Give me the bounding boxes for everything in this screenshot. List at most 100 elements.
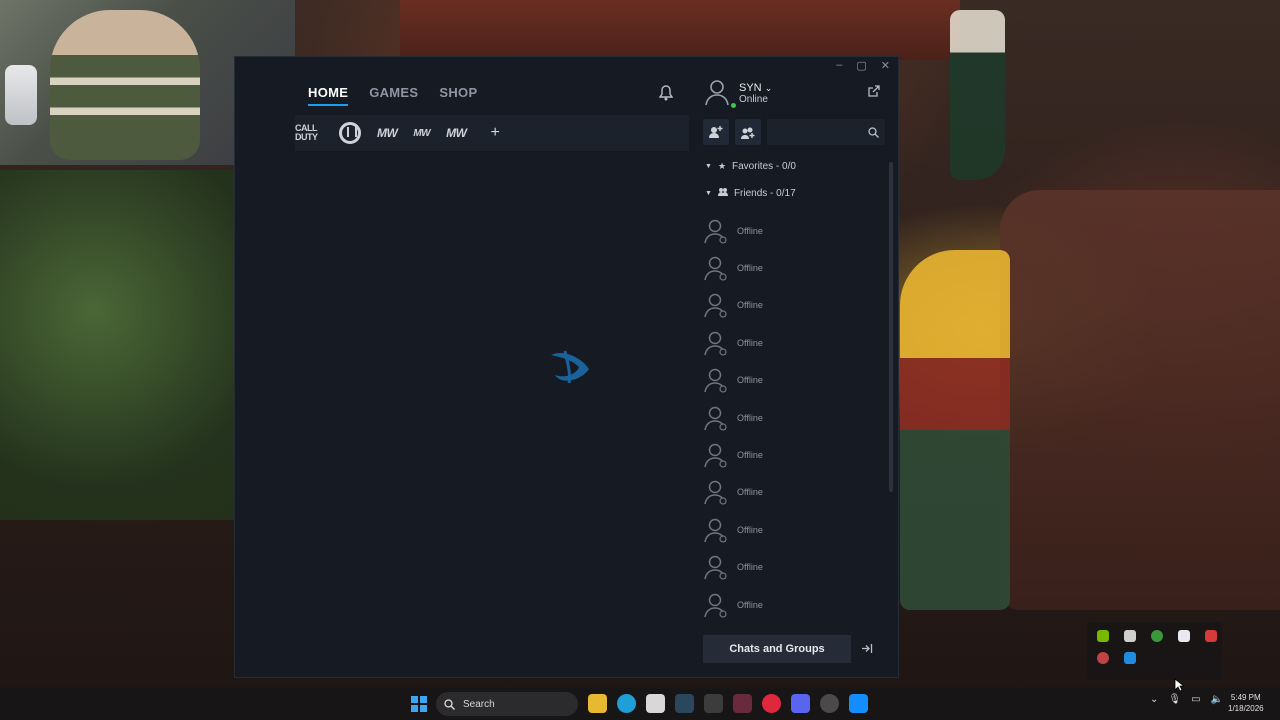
call-of-duty-icon[interactable]: CALL DUTY — [295, 124, 323, 142]
friend-list-item[interactable]: Offline — [703, 362, 883, 399]
collapse-panel-icon[interactable] — [861, 641, 873, 659]
modern-warfare-3-icon[interactable]: MW — [446, 126, 467, 140]
favorites-label: Favorites - 0/0 — [732, 161, 796, 172]
caret-down-icon: ▼ — [705, 163, 712, 170]
xbox-icon[interactable] — [1151, 630, 1163, 642]
friend-status: Offline — [737, 524, 763, 535]
friend-status: Offline — [737, 300, 763, 311]
taskbar: Search ⌄ 🎙 ▭ 🔈 5:49 PM 1/18/2026 — [0, 688, 1280, 720]
clock-date: 1/18/2026 — [1228, 704, 1264, 713]
friends-scrollbar[interactable] — [889, 162, 893, 492]
popout-icon[interactable] — [867, 85, 880, 103]
discord-icon[interactable] — [791, 694, 810, 713]
network-icon[interactable]: ▭ — [1191, 694, 1200, 705]
friend-list-item[interactable]: Offline — [703, 549, 883, 586]
volume-icon[interactable]: 🔈 — [1211, 694, 1223, 705]
store-icon[interactable] — [646, 694, 665, 713]
battlenet-tray-icon[interactable] — [1124, 652, 1136, 664]
modern-warfare-icon[interactable]: MW — [377, 126, 398, 140]
app-tray-icon[interactable] — [1124, 630, 1136, 642]
profile-menu[interactable]: SYN ⌄ Online — [703, 77, 772, 110]
opera-icon[interactable] — [762, 694, 781, 713]
friend-status: Offline — [737, 450, 763, 461]
friend-status: Offline — [737, 225, 763, 236]
microphone-image — [5, 65, 37, 125]
star-icon: ★ — [717, 161, 727, 171]
friend-list-item[interactable]: Offline — [703, 436, 883, 473]
background-stocking — [950, 10, 1005, 180]
caret-down-icon: ▼ — [705, 190, 712, 197]
friend-status: Offline — [737, 375, 763, 386]
add-friend-icon — [709, 126, 723, 138]
windows-start-icon[interactable] — [411, 696, 427, 712]
clock-time: 5:49 PM — [1230, 693, 1261, 702]
friends-label: Friends - 0/17 — [733, 188, 796, 199]
cod-line-2: DUTY — [295, 132, 318, 142]
friend-search-input[interactable] — [767, 119, 885, 145]
main-nav: HOME GAMES SHOP — [308, 85, 477, 106]
friend-avatar-icon — [703, 591, 729, 619]
people-icon — [717, 188, 728, 199]
social-panel: SYN ⌄ Online ▼ ★ Favorites - 0/0 ▼ Frien… — [699, 57, 899, 677]
game-shortcuts-bar: CALL DUTY MW MW MW + — [295, 115, 689, 151]
friend-status: Offline — [737, 337, 763, 348]
group-add-icon — [741, 127, 755, 139]
recorder-tray-icon[interactable] — [1097, 652, 1109, 664]
search-icon — [868, 126, 879, 138]
tab-shop[interactable]: SHOP — [439, 85, 477, 106]
friend-list-item[interactable]: Offline — [703, 249, 883, 286]
obs-icon[interactable] — [820, 694, 839, 713]
microphone-icon[interactable]: 🎙 — [1168, 694, 1181, 705]
steam-icon[interactable] — [675, 694, 694, 713]
friend-status: Offline — [737, 562, 763, 573]
profile-status: Online — [739, 93, 768, 105]
epic-games-icon[interactable] — [704, 694, 723, 713]
tab-games[interactable]: GAMES — [369, 85, 418, 106]
taskbar-search-label: Search — [463, 698, 495, 710]
notifications-bell-icon[interactable] — [658, 85, 674, 106]
taskbar-tray: ⌄ 🎙 ▭ 🔈 — [1150, 694, 1223, 705]
friends-list: Offline Offline Offline Offline Offline Offli… — [703, 212, 883, 630]
friend-avatar-icon — [703, 404, 729, 432]
battlenet-icon[interactable] — [849, 694, 868, 713]
add-game-icon[interactable]: + — [490, 124, 499, 142]
chevron-up-icon[interactable]: ⌄ — [1150, 694, 1158, 705]
friend-list-item[interactable]: Offline — [703, 399, 883, 436]
friend-list-item[interactable]: Offline — [703, 511, 883, 548]
create-group-button[interactable] — [735, 119, 761, 145]
taskbar-clock[interactable]: 5:49 PM 1/18/2026 — [1228, 692, 1264, 714]
friend-list-item[interactable]: Offline — [703, 212, 883, 249]
taskbar-apps — [588, 694, 868, 713]
friend-list-item[interactable]: Offline — [703, 324, 883, 361]
friend-avatar-icon — [703, 441, 729, 469]
background-character — [900, 250, 1010, 610]
file-explorer-icon[interactable] — [588, 694, 607, 713]
mouse-cursor-icon — [1174, 678, 1184, 692]
tab-home[interactable]: HOME — [308, 85, 349, 106]
friends-group-header[interactable]: ▼ Friends - 0/17 — [705, 188, 796, 199]
overwatch-icon[interactable] — [339, 122, 361, 144]
taskbar-search[interactable]: Search — [436, 692, 578, 716]
modern-warfare-2-icon[interactable]: MW — [413, 128, 430, 139]
background-mantle — [400, 0, 960, 60]
loading-spinner-icon — [551, 350, 589, 384]
microphone-tray-icon[interactable] — [1205, 630, 1217, 642]
chevron-down-icon: ⌄ — [764, 82, 773, 93]
system-tray-flyout — [1087, 622, 1222, 680]
friend-avatar-icon — [703, 291, 729, 319]
edge-icon[interactable] — [617, 694, 636, 713]
social-toolbar — [703, 119, 885, 145]
chats-and-groups-button[interactable]: Chats and Groups — [703, 635, 851, 663]
favorites-group-header[interactable]: ▼ ★ Favorites - 0/0 — [705, 161, 796, 172]
add-friend-button[interactable] — [703, 119, 729, 145]
profile-name: SYN ⌄ — [739, 82, 772, 94]
media-app-icon[interactable] — [733, 694, 752, 713]
friend-list-item[interactable]: Offline — [703, 586, 883, 623]
friend-list-item[interactable]: Offline — [703, 287, 883, 324]
friend-avatar-icon — [703, 217, 729, 245]
background-tree — [0, 170, 235, 520]
nvidia-icon[interactable] — [1097, 630, 1109, 642]
friend-list-item[interactable]: Offline — [703, 474, 883, 511]
profile-name-text: SYN — [739, 81, 762, 94]
discord-tray-icon[interactable] — [1178, 630, 1190, 642]
